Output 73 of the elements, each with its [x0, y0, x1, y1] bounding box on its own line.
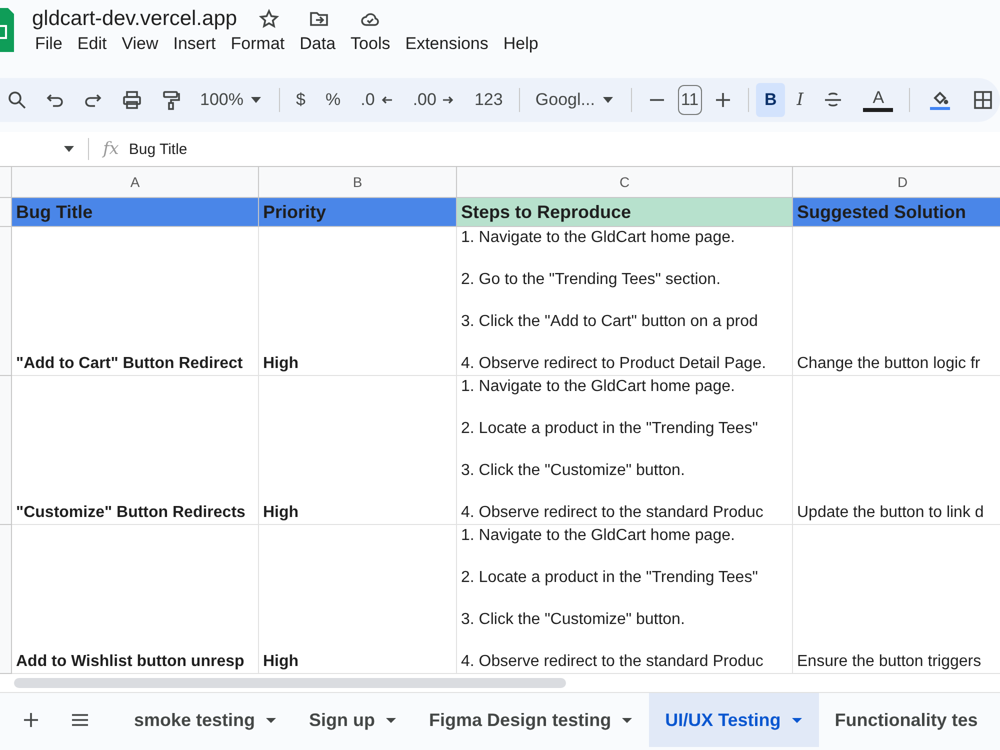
print-icon[interactable]	[121, 90, 143, 110]
dropdown[interactable]: Googl...	[527, 83, 623, 117]
step-text: 4. Observe redirect to Product Detail Page.	[461, 355, 766, 373]
sheet-tab[interactable]: smoke testing	[118, 693, 294, 747]
table-cell: High	[263, 355, 299, 373]
decrease-decimal-button[interactable]: .0	[352, 83, 401, 117]
step-text: 1. Navigate to the GldCart home page.	[461, 527, 735, 545]
table-cell: "Customize" Button Redirects	[16, 504, 246, 522]
arrow-icon	[442, 95, 454, 105]
formula-field[interactable]: Bug Title	[128, 140, 188, 158]
step-text: 3. Click the "Customize" button.	[461, 611, 685, 629]
step-text: 2. Locate a product in the "Trending Tees"	[461, 420, 758, 438]
menu-item[interactable]: View	[118, 34, 166, 54]
caret-icon	[249, 96, 264, 104]
bold-button[interactable]: B	[756, 83, 785, 117]
move-folder-icon[interactable]	[308, 9, 330, 29]
table-cell: High	[263, 653, 299, 671]
document-title[interactable]: gldcart-dev.vercel.app	[32, 7, 238, 31]
table-cell: "Add to Cart" Button Redirect	[16, 355, 243, 373]
menu-item[interactable]: Tools	[348, 34, 398, 54]
header-cell: Priority	[259, 198, 457, 227]
caret-icon	[385, 716, 398, 724]
step-text: 4. Observe redirect to the standard Produc	[461, 653, 764, 671]
sheet-tab[interactable]: UI/UX Testing	[649, 693, 819, 747]
column-header[interactable]: A	[12, 167, 259, 198]
step-text: 1. Navigate to the GldCart home page.	[461, 378, 735, 396]
text-color-button[interactable]: A	[855, 88, 902, 112]
italic-button[interactable]: I	[788, 83, 812, 117]
function-icon: fx	[103, 139, 119, 159]
dropdown[interactable]: 100%	[192, 83, 272, 117]
sheet-tab[interactable]: Functionality tes	[818, 693, 994, 747]
format-button[interactable]: $	[288, 83, 314, 117]
step-text: 3. Click the "Customize" button.	[461, 462, 685, 480]
search-icon[interactable]	[7, 90, 27, 110]
header-cell: Steps to Reproduce	[457, 198, 793, 227]
step-text: 2. Locate a product in the "Trending Tees"	[461, 569, 758, 587]
borders-icon[interactable]	[973, 90, 994, 110]
increase-decimal-button[interactable]: .00	[404, 83, 462, 117]
column-header[interactable]: B	[259, 167, 457, 198]
column-header[interactable]: D	[793, 167, 1000, 198]
menu-item[interactable]: Data	[296, 34, 344, 54]
caret-icon	[600, 96, 615, 104]
column-header[interactable]: C	[457, 167, 793, 198]
table-cell: Add to Wishlist button unresp	[16, 653, 244, 671]
menu-item[interactable]: Format	[228, 34, 293, 54]
format-button[interactable]: %	[318, 83, 349, 117]
table-cell: Change the button logic fr	[797, 355, 980, 373]
menu-item[interactable]: Insert	[170, 34, 224, 54]
paint-format-icon[interactable]	[161, 90, 181, 110]
menu-item[interactable]: File	[32, 34, 70, 54]
step-text: 4. Observe redirect to the standard Produc	[461, 504, 764, 522]
font-size-field[interactable]: 11	[678, 85, 702, 115]
add-sheet-icon[interactable]	[21, 710, 41, 730]
caret-icon	[265, 716, 278, 724]
table-cell: Update the button to link d	[797, 504, 984, 522]
step-text: 3. Click the "Add to Cart" button on a prod	[461, 313, 758, 331]
star-icon[interactable]	[258, 9, 280, 29]
menu-item[interactable]: Extensions	[402, 34, 496, 54]
step-text: 1. Navigate to the GldCart home page.	[461, 229, 735, 247]
arrow-icon	[380, 95, 393, 105]
step-text: 2. Go to the "Trending Tees" section.	[461, 271, 721, 289]
menu-item[interactable]: Help	[500, 34, 546, 54]
table-cell: Ensure the button triggers	[797, 653, 982, 671]
caret-icon	[790, 716, 803, 724]
sheet-tab[interactable]: Sign up	[293, 693, 414, 747]
header-cell: Suggested Solution	[793, 198, 1000, 227]
caret-icon[interactable]	[62, 145, 76, 153]
format-button[interactable]: 123	[466, 83, 511, 117]
header-cell: Bug Title	[12, 198, 259, 227]
menu-item[interactable]: Edit	[74, 34, 115, 54]
caret-icon	[621, 716, 634, 724]
table-cell: High	[263, 504, 299, 522]
sheet-tab[interactable]: Figma Design testing	[413, 693, 650, 747]
